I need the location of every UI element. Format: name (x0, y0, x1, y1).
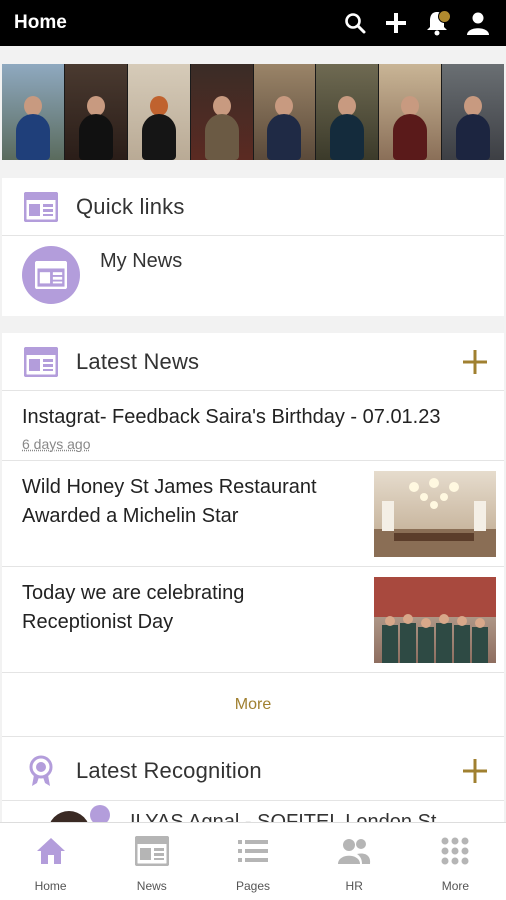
banner-photo (2, 64, 65, 160)
add-news-button[interactable] (460, 347, 490, 377)
nav-label: More (441, 879, 470, 893)
more-label: More (234, 695, 272, 713)
quick-link-my-news[interactable]: My News (2, 236, 504, 314)
section-title: Quick links (76, 193, 185, 219)
news-item[interactable]: Instagrat- Feedback Saira's Birthday - 0… (2, 391, 504, 461)
banner-photo (379, 64, 443, 160)
banner-photo (442, 64, 504, 160)
latest-news-header: Latest News (2, 333, 504, 391)
nav-label: Home (34, 879, 67, 893)
pages-icon (236, 835, 270, 867)
news-icon (134, 835, 169, 867)
section-title: Latest News (76, 348, 200, 374)
nav-label: Pages (235, 879, 271, 893)
search-icon[interactable] (341, 9, 369, 37)
news-title: Instagrat- Feedback Saira's Birthday - 0… (22, 406, 441, 428)
grid-icon (438, 835, 472, 867)
banner-photo (64, 64, 128, 160)
people-icon (337, 835, 371, 867)
news-icon (22, 246, 80, 304)
page-title: Home (14, 12, 67, 33)
quick-links-card: Quick links My News (2, 178, 504, 316)
notification-badge (438, 10, 451, 23)
newspaper-icon (24, 191, 58, 222)
news-timestamp: 6 days ago (22, 436, 91, 452)
profile-icon[interactable] (464, 9, 492, 37)
latest-recognition-header: Latest Recognition (2, 741, 504, 801)
latest-recognition-card: Latest Recognition ILYAS Agnal - SOFITEL… (2, 741, 504, 831)
quick-links-header: Quick links (2, 178, 504, 236)
banner-photo (190, 64, 254, 160)
banner-photo (253, 64, 317, 160)
nav-home[interactable]: Home (0, 823, 101, 900)
award-icon (24, 755, 58, 786)
nav-label: HR (345, 879, 363, 893)
banner-photo (316, 64, 380, 160)
banner-photo (127, 64, 191, 160)
top-app-bar: Home (0, 0, 506, 46)
banner-photo-collage (2, 64, 504, 160)
nav-more[interactable]: More (405, 823, 506, 900)
nav-label: News (136, 879, 167, 893)
news-thumbnail (374, 577, 496, 663)
quick-link-label: My News (100, 250, 183, 272)
section-title: Latest Recognition (76, 757, 262, 783)
latest-news-card: Latest News Instagrat- Feedback Saira's … (2, 333, 504, 741)
news-item[interactable]: Today we are celebrating Receptionist Da… (2, 567, 504, 673)
more-news-button[interactable]: More (2, 673, 504, 737)
notifications-icon[interactable] (423, 9, 451, 37)
newspaper-icon (24, 346, 58, 377)
news-item[interactable]: Wild Honey St James Restaurant Awarded a… (2, 461, 504, 567)
news-title: Today we are celebrating Receptionist Da… (22, 582, 245, 633)
add-icon[interactable] (382, 9, 410, 37)
nav-pages[interactable]: Pages (202, 823, 303, 900)
bottom-navigation: Home News Pages HR More (0, 822, 506, 900)
home-icon (34, 835, 68, 867)
nav-news[interactable]: News (101, 823, 202, 900)
news-thumbnail (374, 471, 496, 557)
nav-hr[interactable]: HR (304, 823, 405, 900)
add-recognition-button[interactable] (460, 756, 490, 786)
news-title: Wild Honey St James Restaurant Awarded a… (22, 476, 317, 527)
